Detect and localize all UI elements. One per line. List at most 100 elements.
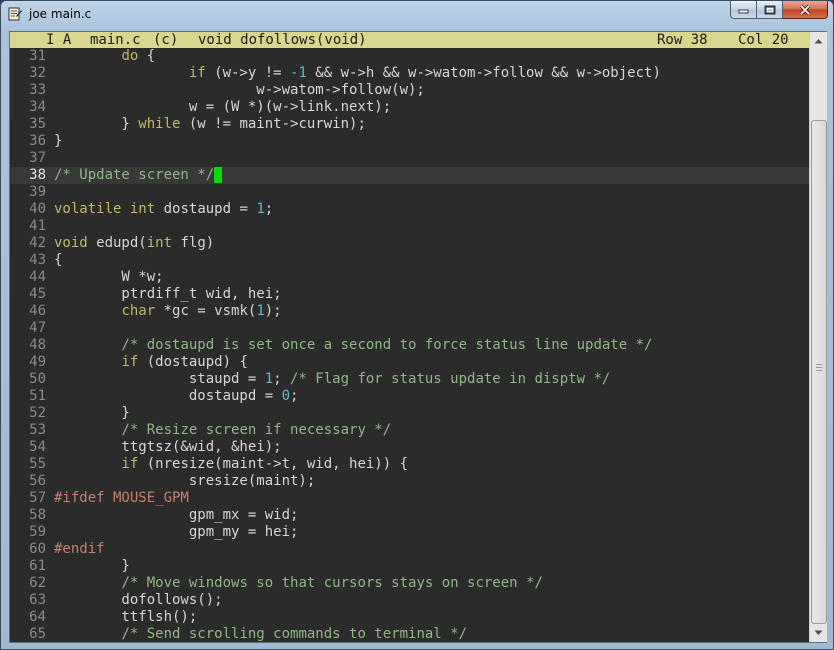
code-token: 1 bbox=[256, 201, 265, 217]
code-line[interactable]: 63 dofollows(); bbox=[10, 592, 809, 609]
code-line[interactable]: 53 /* Resize screen if necessary */ bbox=[10, 422, 809, 439]
code-line[interactable]: 64 ttflsh(); bbox=[10, 609, 809, 626]
code-token: flg) bbox=[172, 235, 215, 251]
code-token: int bbox=[129, 201, 156, 217]
code-token: gpm_my = hei; bbox=[54, 524, 299, 540]
line-number: 56 bbox=[29, 473, 46, 489]
vertical-scrollbar[interactable] bbox=[809, 32, 827, 642]
code-line[interactable]: 45 ptrdiff_t wid, hei; bbox=[10, 286, 809, 303]
code-token: (dostaupd) { bbox=[138, 354, 248, 370]
line-code: ttgtsz(&wid, &hei); bbox=[54, 439, 281, 456]
line-number: 35 bbox=[29, 116, 46, 132]
line-number: 31 bbox=[29, 48, 46, 64]
code-token: gpm_mx = wid; bbox=[54, 507, 299, 523]
status-filename: main.c bbox=[90, 32, 141, 48]
code-token: /* dostaupd is set once a second to forc… bbox=[121, 337, 653, 353]
scrollbar-thumb[interactable] bbox=[811, 120, 827, 624]
code-line[interactable]: 46 char *gc = vsmk(1); bbox=[10, 303, 809, 320]
code-line[interactable]: 57 #ifdef MOUSE_GPM bbox=[10, 490, 809, 507]
terminal-client-area[interactable]: I A main.c (c) void dofollows(void) Row … bbox=[9, 31, 827, 643]
code-line[interactable]: 50 staupd = 1; /* Flag for status update… bbox=[10, 371, 809, 388]
code-token: ttflsh(); bbox=[54, 609, 198, 625]
code-line[interactable]: 55 if (nresize(maint->t, wid, hei)) { bbox=[10, 456, 809, 473]
code-line[interactable]: 56 sresize(maint); bbox=[10, 473, 809, 490]
line-number: 49 bbox=[29, 354, 46, 370]
scroll-down-button[interactable] bbox=[811, 625, 826, 641]
scroll-up-arrow-icon bbox=[814, 39, 823, 44]
code-line[interactable]: 32 if (w->y != -1 && w->h && w->watom->f… bbox=[10, 65, 809, 82]
line-code: char *gc = vsmk(1); bbox=[54, 303, 282, 320]
line-code: do { bbox=[54, 48, 155, 65]
code-line[interactable]: 41 bbox=[10, 218, 809, 235]
scrollbar-grip-icon bbox=[816, 364, 822, 372]
code-token: dostaupd = bbox=[155, 201, 257, 217]
code-token: ); bbox=[264, 303, 282, 319]
title-bar[interactable]: joe main.c bbox=[1, 1, 833, 29]
maximize-button[interactable] bbox=[757, 1, 783, 19]
code-token: 0 bbox=[281, 388, 291, 404]
code-line[interactable]: 59 gpm_my = hei; bbox=[10, 524, 809, 541]
code-line[interactable]: 48 /* dostaupd is set once a second to f… bbox=[10, 337, 809, 354]
code-line[interactable]: 39 bbox=[10, 184, 809, 201]
code-token: if bbox=[188, 65, 206, 81]
code-token: } bbox=[54, 116, 139, 132]
code-line[interactable]: 42 void edupd(int flg) bbox=[10, 235, 809, 252]
code-line[interactable]: 47 bbox=[10, 320, 809, 337]
application-window: joe main.c I A main.c (c) void dofollows… bbox=[0, 0, 834, 650]
code-token: ; bbox=[273, 371, 291, 387]
code-line[interactable]: 65 /* Send scrolling commands to termina… bbox=[10, 626, 809, 642]
code-token: volatile bbox=[54, 201, 122, 217]
line-number: 52 bbox=[29, 405, 46, 421]
line-code: } bbox=[54, 405, 129, 422]
code-line[interactable]: 49 if (dostaupd) { bbox=[10, 354, 809, 371]
code-token: } bbox=[54, 558, 130, 574]
code-line[interactable]: 40 volatile int dostaupd = 1; bbox=[10, 201, 809, 218]
code-editor[interactable]: 31 do {32 if (w->y != -1 && w->h && w->w… bbox=[10, 48, 809, 642]
line-code: dofollows(); bbox=[54, 592, 223, 609]
code-line[interactable]: 34 w = (W *)(w->link.next); bbox=[10, 99, 809, 116]
code-line[interactable]: 60 #endif bbox=[10, 541, 809, 558]
line-number: 65 bbox=[29, 626, 46, 642]
minimize-button[interactable] bbox=[730, 1, 757, 19]
code-line[interactable]: 51 dostaupd = 0; bbox=[10, 388, 809, 405]
line-number: 47 bbox=[29, 320, 46, 336]
line-code: } while (w != maint->curwin); bbox=[54, 116, 366, 133]
code-line[interactable]: 44 W *w; bbox=[10, 269, 809, 286]
code-token: staupd = bbox=[54, 371, 265, 387]
line-code: W *w; bbox=[54, 269, 163, 286]
code-line[interactable]: 33 w->watom->follow(w); bbox=[10, 82, 809, 99]
code-line[interactable]: 52 } bbox=[10, 405, 809, 422]
code-token: dofollows(); bbox=[54, 592, 223, 608]
line-code: /* Move windows so that cursors stays on… bbox=[54, 575, 542, 592]
code-line[interactable]: 38 /* Update screen */ bbox=[10, 167, 809, 184]
code-line[interactable]: 54 ttgtsz(&wid, &hei); bbox=[10, 439, 809, 456]
code-token: ; bbox=[290, 388, 299, 404]
line-code: if (nresize(maint->t, wid, hei)) { bbox=[54, 456, 408, 473]
status-filetype: (c) bbox=[153, 32, 179, 48]
code-line[interactable]: 35 } while (w != maint->curwin); bbox=[10, 116, 809, 133]
code-line[interactable]: 36} bbox=[10, 133, 809, 150]
code-line[interactable]: 58 gpm_mx = wid; bbox=[10, 507, 809, 524]
scroll-up-button[interactable] bbox=[811, 33, 826, 49]
code-line[interactable]: 43 { bbox=[10, 252, 809, 269]
code-line[interactable]: 61 } bbox=[10, 558, 809, 575]
line-code: volatile int dostaupd = 1; bbox=[54, 201, 273, 218]
line-number: 58 bbox=[29, 507, 46, 523]
code-token: && w->h && w->watom->follow && w->object… bbox=[306, 65, 661, 81]
code-token: (w != maint->curwin); bbox=[180, 116, 366, 132]
code-token: int bbox=[146, 235, 173, 251]
line-code: gpm_mx = wid; bbox=[54, 507, 299, 524]
line-number: 44 bbox=[29, 269, 46, 285]
code-line[interactable]: 31 do { bbox=[10, 48, 809, 65]
close-button[interactable] bbox=[783, 1, 828, 19]
status-col: Col 20 bbox=[738, 32, 789, 48]
line-number: 40 bbox=[29, 201, 46, 217]
code-line[interactable]: 62 /* Move windows so that cursors stays… bbox=[10, 575, 809, 592]
code-token: { bbox=[54, 252, 63, 268]
line-number: 48 bbox=[29, 337, 46, 353]
code-line[interactable]: 37 bbox=[10, 150, 809, 167]
